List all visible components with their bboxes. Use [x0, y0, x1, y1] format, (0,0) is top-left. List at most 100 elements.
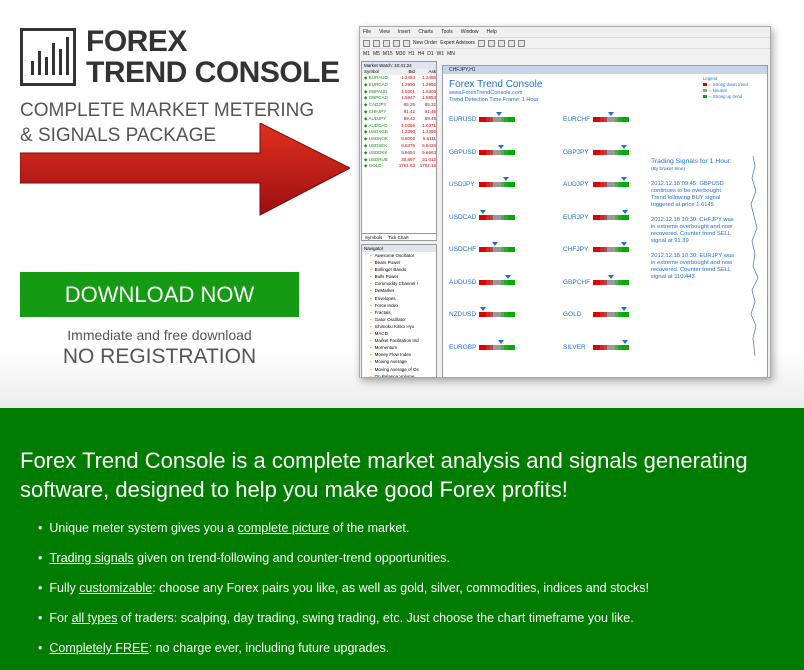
- mw-bid: 1.0366: [401, 122, 415, 128]
- feature-item: Trading signals given on trend-following…: [38, 550, 649, 580]
- meter-segment: [511, 149, 515, 155]
- market-watch-row: ◆ GOLD 1701.63 1702.15: [362, 163, 436, 170]
- trend-marker-icon: [479, 209, 486, 214]
- navigator-panel: Navigator Awesome OscillatorBears PowerB…: [361, 244, 437, 377]
- pair-label: GBPCHF: [563, 278, 591, 286]
- navigator-item: MACD: [362, 330, 436, 337]
- legend-up: = Strong up trend: [703, 94, 748, 100]
- console-subtitle: www.ForexTrendConsole.com Trend Detectio…: [449, 90, 538, 104]
- pair-label: USDCHF: [449, 246, 477, 253]
- logo-line-1: FOREX: [86, 25, 187, 58]
- navigator-item: Commodity Channel I: [362, 280, 436, 287]
- meter-segment: [511, 279, 515, 285]
- mw-bid: 1.5301: [401, 88, 415, 94]
- pair-label: AUDJPY: [563, 181, 589, 188]
- mw-bid: 1.2950: [401, 81, 415, 87]
- trend-meter: [593, 117, 629, 122]
- trend-marker-icon: [495, 112, 502, 116]
- mw-bid: 30.897: [401, 156, 415, 162]
- feature-text-pre: For: [49, 611, 72, 625]
- mw-symbol: ◆ EURCAD: [364, 81, 388, 87]
- trend-meter: [593, 312, 629, 317]
- signal-item: 2012.12.18 10:30: CHFJPY was in extreme …: [651, 217, 734, 244]
- mw-bid: 85.29: [403, 102, 415, 108]
- pair-label: EURGBP: [449, 343, 477, 351]
- navigator-items: Awesome OscillatorBears PowerBollinger B…: [362, 252, 436, 377]
- signals-subheading: (By broker time): [651, 167, 686, 172]
- navigator-item: Bears Power: [362, 259, 436, 266]
- pair-label: GBPUSD: [449, 148, 477, 156]
- mw-ask: 1.2956: [422, 81, 436, 87]
- pair-label: EURUSD: [449, 116, 477, 123]
- mw-symbol: ◆ USDRUB: [364, 156, 388, 162]
- trend-marker-icon: [620, 177, 627, 181]
- mw-ask: 89.45: [424, 115, 436, 121]
- trend-marker-icon: [497, 339, 504, 344]
- meter-segment: [625, 149, 629, 155]
- feature-text-post: : choose any Forex pairs you like, as we…: [152, 581, 649, 595]
- chart-window-title: CHFJPY,H1: [443, 66, 767, 74]
- trend-marker-icon: [503, 177, 509, 181]
- navigator-icon: [393, 39, 400, 47]
- red-arrow-icon: [20, 123, 350, 216]
- meter-segment: [625, 279, 629, 285]
- logo-text: FOREX TREND CONSOLE: [86, 26, 340, 88]
- mw-symbol: ◆ USDSGB: [364, 129, 388, 135]
- mw-ask: 5.6663: [422, 149, 436, 155]
- meter-segment: [511, 182, 515, 187]
- market-watch-row: ◆ CADJPY 85.29 85.32: [362, 102, 436, 109]
- mw-symbol: ◆ AUDJPY: [364, 115, 387, 121]
- feature-link[interactable]: Completely FREE: [49, 641, 148, 655]
- navigator-item: Money Flow Index: [362, 351, 436, 358]
- timeframe-button: M30: [395, 51, 406, 57]
- meter-segment: [511, 214, 515, 220]
- feature-link[interactable]: complete picture: [238, 521, 330, 535]
- trend-marker-icon: [492, 242, 499, 246]
- timeframe-button: H1: [408, 51, 415, 57]
- trend-meter: [479, 149, 515, 155]
- navigator-item: Ichimoku Kinko Hyo: [362, 323, 436, 330]
- feature-link[interactable]: customizable: [79, 581, 152, 595]
- feature-list: Unique meter system gives you a complete…: [38, 520, 649, 670]
- pair-label: GOLD: [563, 311, 582, 318]
- app-menu-item: Insert: [397, 29, 411, 35]
- mw-ask: 1.0371: [422, 122, 436, 128]
- navigator-item: DeMarker: [362, 287, 436, 294]
- logo-line-2: TREND CONSOLE: [86, 56, 340, 89]
- mw-ask: 31.012: [422, 156, 436, 162]
- app-menu-item: Charts: [418, 29, 434, 35]
- feature-link[interactable]: all types: [72, 611, 118, 625]
- mw-ask: 6.6426: [422, 142, 436, 148]
- mw-bid: 5.6003: [401, 136, 415, 142]
- mw-ask: 1.2495: [422, 75, 436, 80]
- mw-ask: 1.2395: [422, 129, 436, 135]
- mw-ask: 91.45: [424, 108, 436, 114]
- market-watch-icon: [383, 39, 390, 47]
- navigator-title: Navigator: [362, 245, 436, 252]
- mw-symbol: ◆ GBPCAD: [364, 95, 388, 101]
- pair-label: AUDUSD: [449, 278, 477, 286]
- trend-marker-icon: [608, 274, 614, 279]
- meter-segment: [625, 182, 629, 187]
- line-chart-icon: [497, 39, 505, 47]
- market-watch-row: ◆ USDSEK 6.6376 6.6426: [362, 143, 436, 150]
- timeframe-button: D1: [427, 51, 434, 57]
- new-chart-icon: [363, 39, 370, 47]
- pair-label: GBPJPY: [563, 148, 589, 156]
- meter-segment: [511, 117, 515, 122]
- feature-item: Fully customizable: choose any Forex pai…: [38, 580, 649, 610]
- trend-marker-icon: [620, 144, 627, 149]
- mw-symbol: ◆ CADJPY: [364, 102, 387, 108]
- legend: Legend = Strong down trend = Neutral = S…: [703, 76, 748, 100]
- bar-chart-icon: [477, 39, 485, 47]
- download-now-button[interactable]: DOWNLOAD NOW: [20, 272, 299, 317]
- market-watch-row: ◆ AUDCAD 1.0366 1.0371: [362, 123, 436, 130]
- market-watch-rows: ◆ EURAUD 1.2493 1.2495 ◆ EURCAD 1.2950 1.2956…: [362, 75, 436, 170]
- mw-bid: 1.5947: [401, 95, 415, 101]
- navigator-item: Market Facilitation Ind: [362, 337, 436, 344]
- meter-segment: [625, 247, 629, 252]
- feature-link[interactable]: Trading signals: [49, 551, 133, 565]
- navigator-item: Momentum: [362, 344, 436, 351]
- meter-segment: [511, 312, 515, 317]
- console-title: Forex Trend Console: [449, 79, 543, 90]
